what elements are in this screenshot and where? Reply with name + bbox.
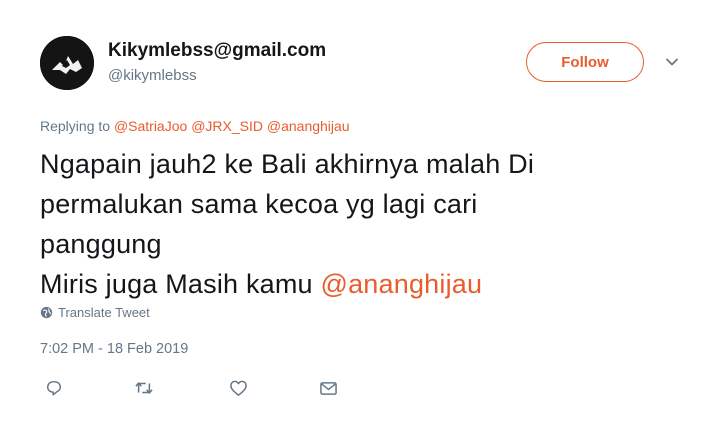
tweet-timestamp[interactable]: 7:02 PM - 18 Feb 2019 bbox=[40, 341, 188, 357]
avatar[interactable] bbox=[40, 36, 94, 90]
replying-mention-link[interactable]: @JRX_SID bbox=[191, 118, 263, 134]
replying-prefix: Replying to bbox=[40, 118, 114, 134]
translate-label[interactable]: Translate Tweet bbox=[58, 305, 150, 320]
retweet-icon bbox=[135, 382, 153, 394]
heart-icon bbox=[229, 380, 247, 396]
replying-to: Replying to @SatriaJoo @JRX_SID @ananghi… bbox=[40, 118, 350, 134]
follow-button[interactable]: Follow bbox=[526, 42, 644, 82]
reply-icon bbox=[46, 380, 62, 396]
tweet-text-line: permalukan sama kecoa yg lagi cari bbox=[40, 189, 478, 219]
chevron-down-icon[interactable] bbox=[664, 54, 680, 70]
tweet-text-line: Ngapain jauh2 ke Bali akhirnya malah Di bbox=[40, 149, 535, 179]
envelope-icon bbox=[319, 381, 337, 395]
tweet-text-line: panggung bbox=[40, 229, 162, 259]
avatar-image bbox=[40, 36, 94, 90]
display-name[interactable]: Kikymlebss@gmail.com bbox=[108, 40, 326, 62]
tweet-text-segment: Miris juga Masih kamu bbox=[40, 269, 321, 299]
replying-mention-link[interactable]: @SatriaJoo bbox=[114, 118, 187, 134]
tweet-text: Ngapain jauh2 ke Bali akhirnya malah Di … bbox=[40, 144, 660, 304]
replying-mention-link[interactable]: @ananghijau bbox=[267, 118, 350, 134]
globe-icon bbox=[40, 306, 53, 319]
tweet-text-line-last: Miris juga Masih kamu @ananghijau bbox=[40, 264, 660, 304]
retweet-button[interactable] bbox=[134, 378, 154, 398]
translate-tweet-link[interactable]: Translate Tweet bbox=[40, 305, 150, 320]
direct-message-button[interactable] bbox=[318, 378, 338, 398]
tweet-mention-link[interactable]: @ananghijau bbox=[320, 269, 482, 299]
like-button[interactable] bbox=[228, 378, 248, 398]
reply-button[interactable] bbox=[44, 378, 64, 398]
user-handle[interactable]: @kikymlebss bbox=[108, 67, 197, 84]
